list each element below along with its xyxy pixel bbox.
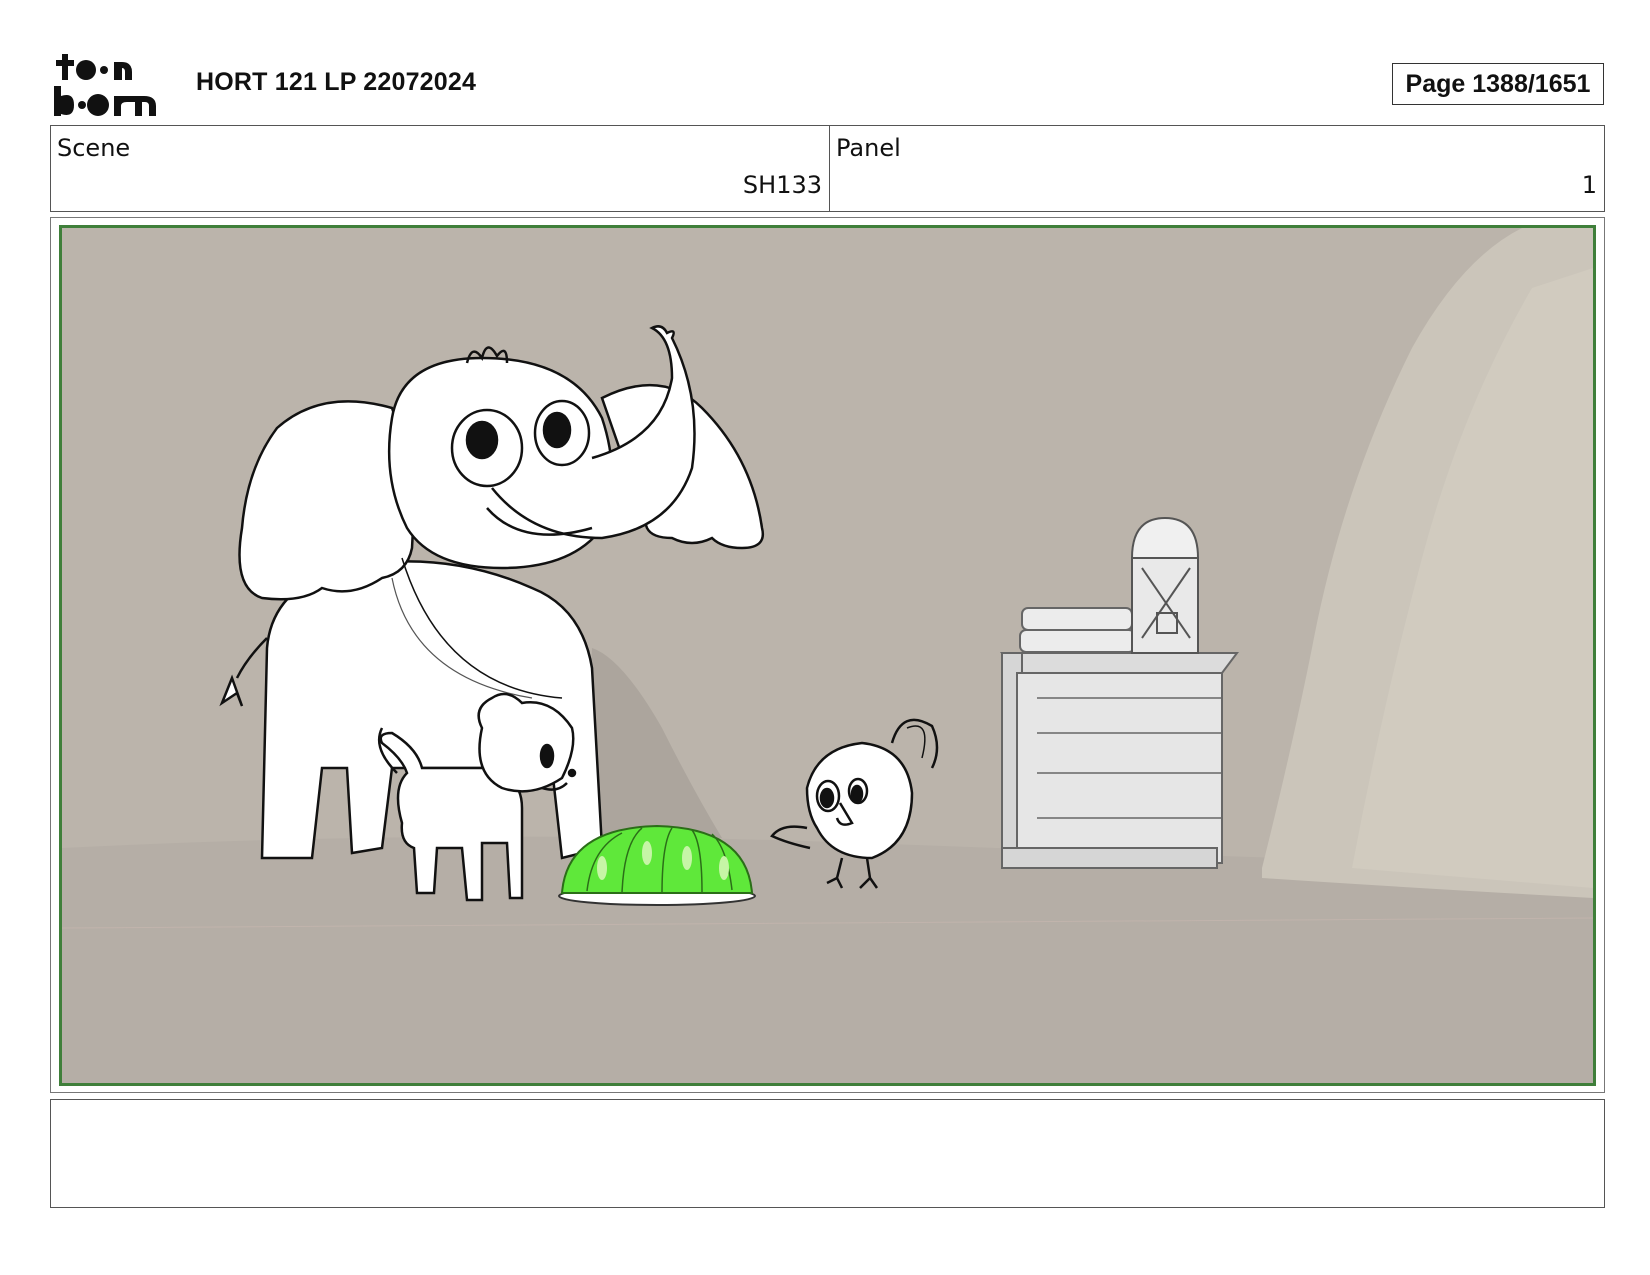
toonboom-logo [52,52,170,118]
page-counter: Page 1388/1651 [1392,63,1604,105]
scene-label: Scene [57,134,131,162]
panel-label: Panel [836,134,901,162]
wooden-crate [1000,652,1239,869]
scene-cell: Scene SH133 [51,126,830,211]
page-counter-text: Page 1388/1651 [1405,69,1591,98]
panel-value: 1 [1581,171,1597,199]
panel-artwork [59,225,1596,1086]
toonboom-logo-mark [54,54,156,116]
book-stack [1019,607,1136,653]
document-title: HORT 121 LP 22072024 [196,68,477,96]
panel-cell: Panel 1 [830,126,1604,211]
scene-panel-info: Scene SH133 Panel 1 [50,125,1605,212]
storyboard-drawing [62,228,1593,1083]
lantern [1130,516,1200,654]
scene-value: SH133 [742,171,822,199]
panel-notes [50,1099,1605,1208]
